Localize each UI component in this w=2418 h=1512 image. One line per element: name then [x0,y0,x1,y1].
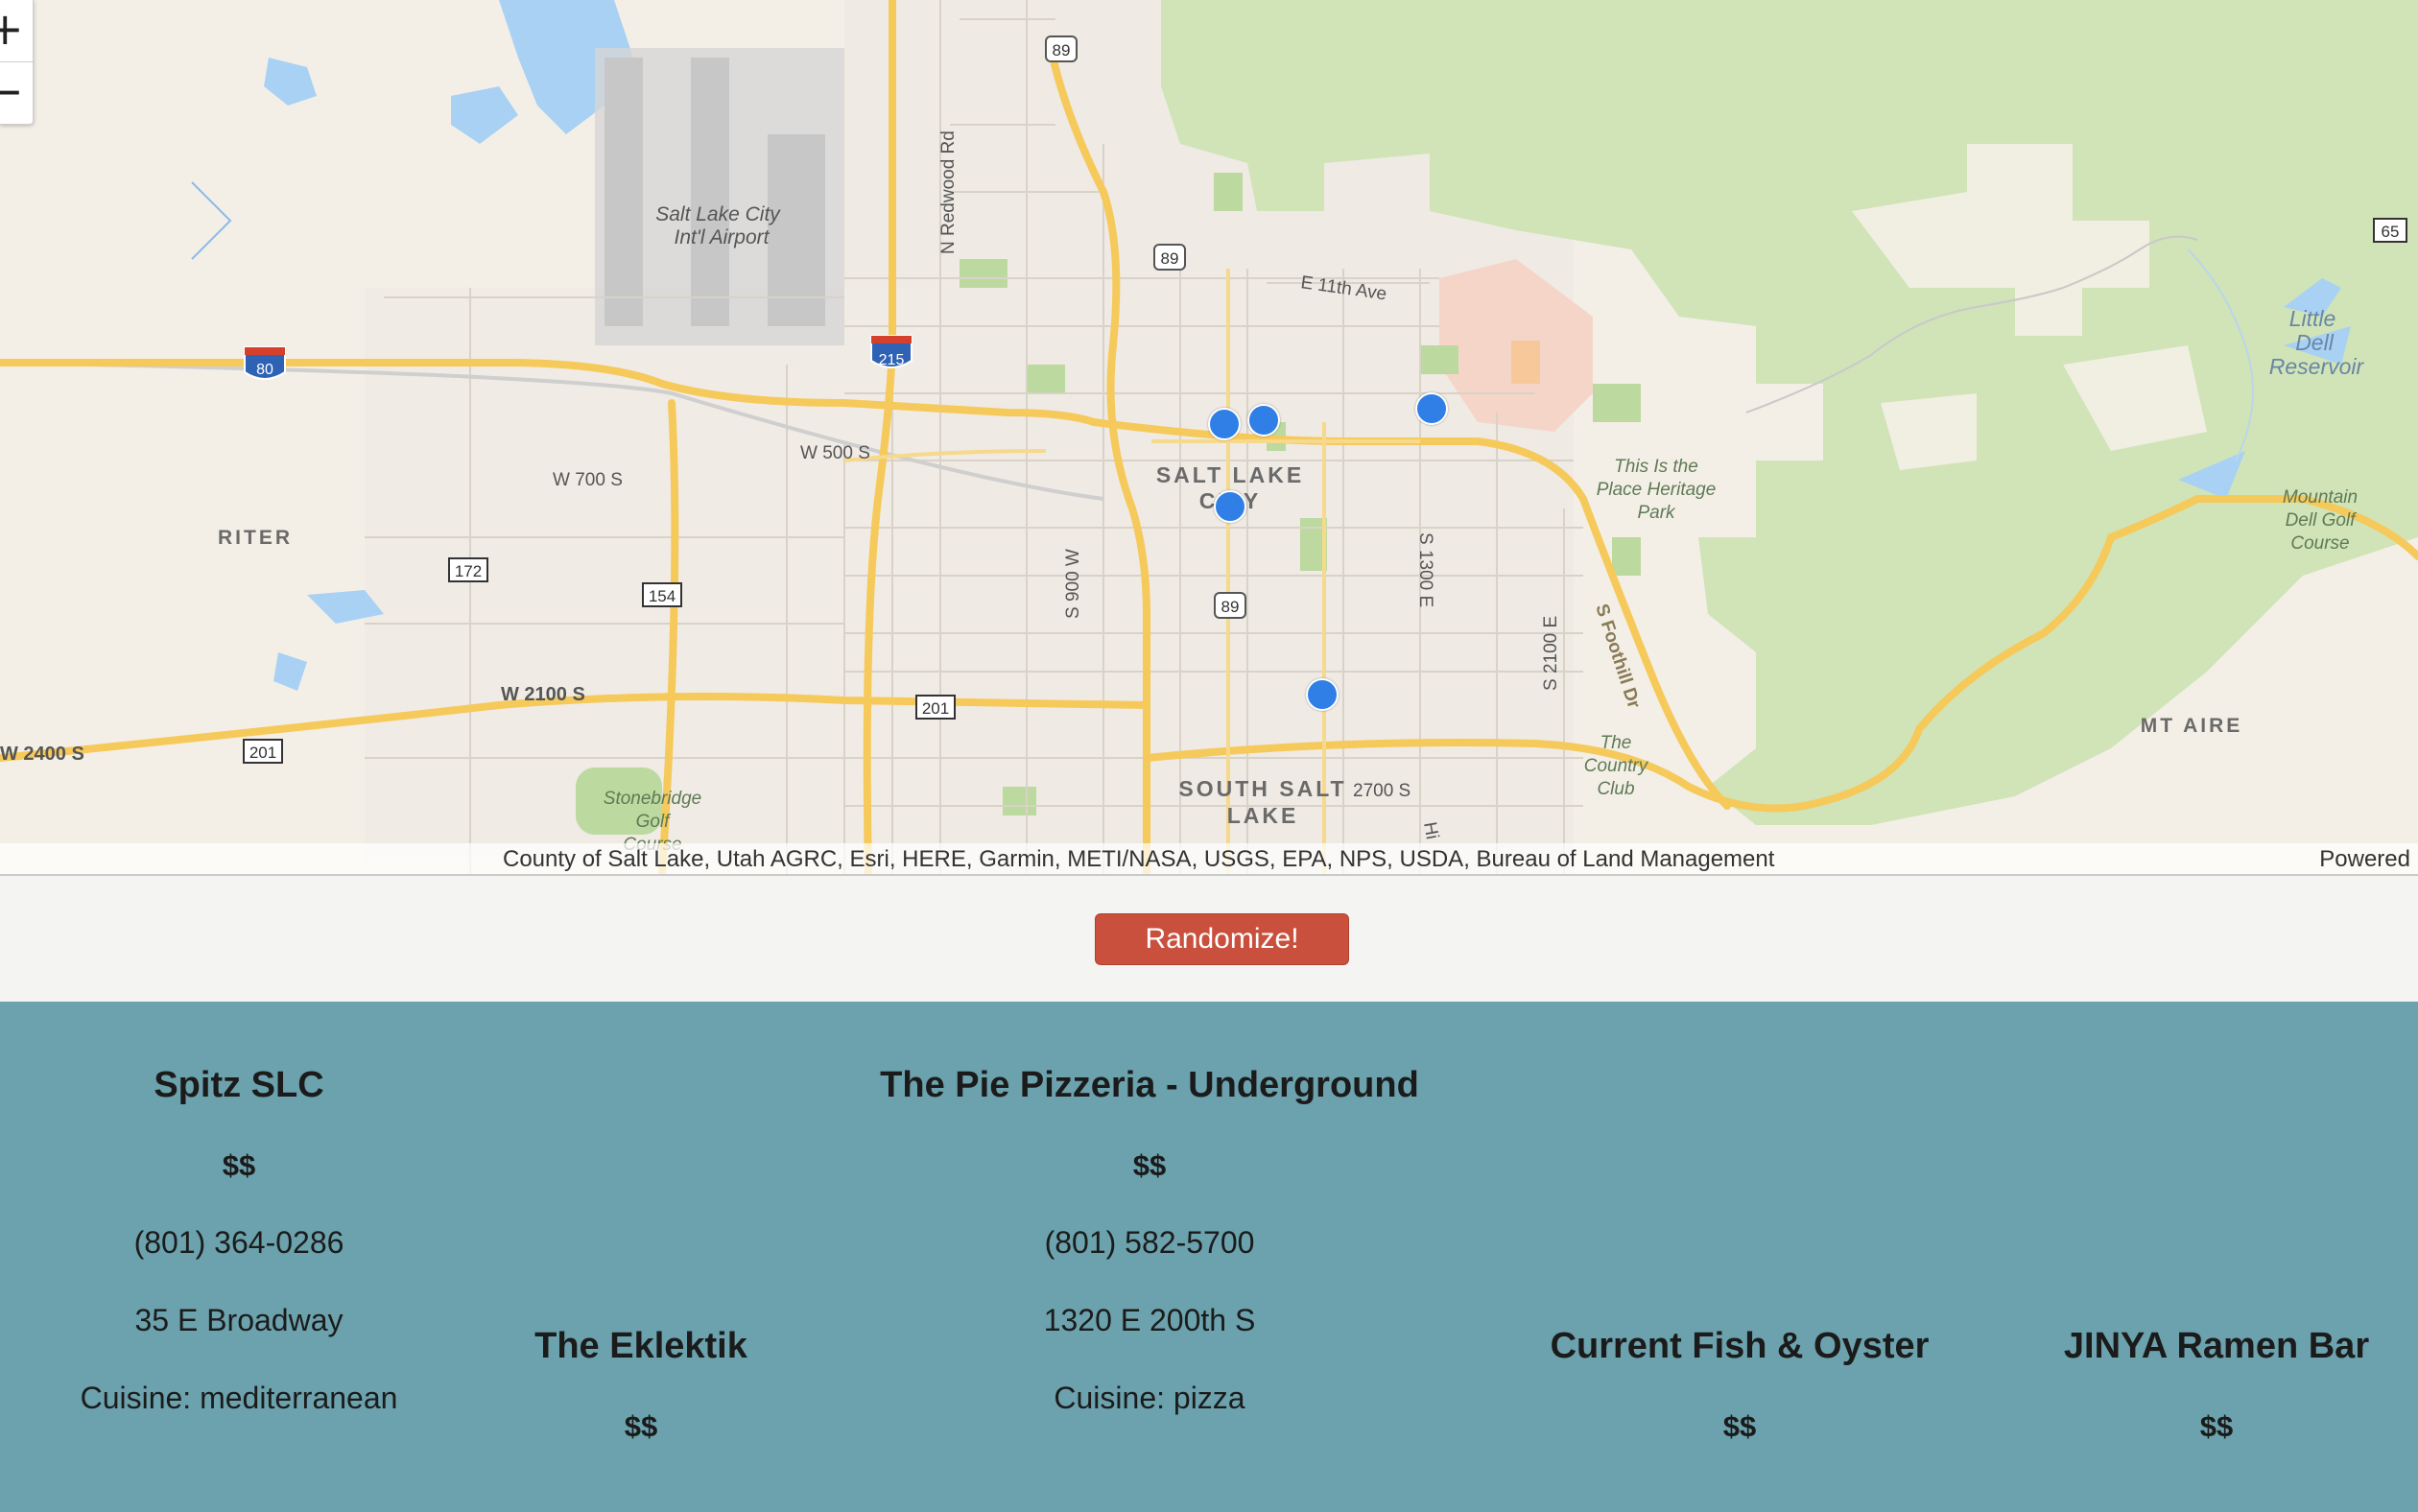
cuisine: Cuisine: pizza [1054,1381,1245,1415]
city-label: LAKE [1227,803,1299,828]
svg-text:89: 89 [1053,41,1071,59]
restaurant-name: JINYA Ramen Bar [2063,1326,2370,1366]
golf-label: Club [1597,779,1634,799]
park-label: This Is the [1614,457,1698,477]
neighborhood-label: MT AIRE [2141,715,2243,737]
street-label: W 2100 S [501,684,585,705]
street-label: Hi [1419,820,1442,840]
city-label: SOUTH SALT [1178,776,1346,801]
park-label: Park [1637,503,1676,523]
shield-201-icon: 201 [243,739,283,764]
golf-label: Dell Golf [2286,510,2358,531]
svg-text:80: 80 [256,362,273,378]
svg-text:201: 201 [922,699,949,718]
golf-label: Stonebridge [604,789,701,809]
restaurant-card: Current Fish & Oyster $$ [1524,1326,1956,1444]
zoom-control: + − [0,0,34,125]
attribution-text: County of Salt Lake, Utah AGRC, Esri, HE… [503,846,1775,872]
restaurant-card: The Pie Pizzeria - Underground $$ (801) … [862,1065,1437,1416]
shield-65-icon: 65 [2373,218,2407,243]
shield-201-icon: 201 [915,695,956,720]
shield-172-icon: 172 [448,557,488,582]
street-label: S 900 W [1063,549,1083,619]
price-level: $$ [1132,1148,1167,1182]
street-label: N Redwood Rd [938,130,959,254]
shield-89-icon: 89 [1214,592,1246,619]
restaurant-card: Spitz SLC $$ (801) 364-0286 35 E Broadwa… [42,1065,436,1416]
restaurant-name: Spitz SLC [154,1065,324,1105]
reservoir-label: Dell [2295,330,2335,355]
svg-text:154: 154 [649,587,676,605]
interstate-80-icon: 80 [244,346,286,380]
price-level: $$ [1722,1409,1757,1443]
svg-text:65: 65 [2382,223,2400,241]
airport-label: Salt Lake City [655,203,781,225]
svg-text:89: 89 [1161,249,1179,268]
map-attribution: County of Salt Lake, Utah AGRC, Esri, HE… [0,843,2418,874]
restaurant-results: Spitz SLC $$ (801) 364-0286 35 E Broadwa… [0,1002,2418,1512]
reservoir-label: Little [2289,306,2336,331]
map-marker[interactable] [1208,408,1241,440]
price-level: $$ [222,1148,256,1182]
address: 35 E Broadway [134,1303,344,1337]
map-marker[interactable] [1415,392,1448,425]
neighborhood-label: RITER [218,527,293,549]
street-label: W 700 S [553,470,623,490]
price-level: $$ [624,1409,658,1443]
price-level: $$ [2199,1409,2234,1443]
map[interactable]: 89 89 89 172 154 201 201 65 80 215 Salt … [0,0,2418,876]
shield-154-icon: 154 [642,582,682,607]
interstate-215-icon: 215 [870,335,913,368]
city-label: SALT LAKE [1156,462,1304,487]
airport-label: Int'l Airport [675,226,770,248]
phone-number: (801) 364-0286 [133,1225,344,1260]
zoom-in-button[interactable]: + [0,0,33,61]
street-label: S 1300 E [1415,532,1435,607]
svg-text:201: 201 [249,744,276,762]
street-label: W 500 S [800,443,870,463]
golf-label: Course [2290,533,2349,554]
phone-number: (801) 582-5700 [1044,1225,1255,1260]
powered-by-link[interactable]: Powered [2319,846,2410,873]
cuisine: Cuisine: mediterranean [80,1381,398,1415]
restaurant-name: The Pie Pizzeria - Underground [880,1065,1419,1105]
shield-89-icon: 89 [1045,35,1078,62]
map-marker[interactable] [1247,404,1280,437]
golf-label: Mountain [2283,487,2358,508]
restaurant-card: JINYA Ramen Bar $$ [2044,1326,2389,1444]
map-basemap: 89 89 89 172 154 201 201 65 80 215 Salt … [0,0,2418,874]
map-marker[interactable] [1306,678,1339,711]
svg-text:89: 89 [1221,598,1240,616]
address: 1320 E 200th S [1043,1303,1256,1337]
svg-text:172: 172 [455,562,482,580]
reservoir-label: Reservoir [2269,354,2365,379]
park-label: Place Heritage [1597,480,1717,500]
restaurant-name: Current Fish & Oyster [1550,1326,1930,1366]
svg-text:215: 215 [879,352,905,368]
street-label: 2700 S [1353,781,1410,801]
randomize-button[interactable]: Randomize! [1095,913,1349,965]
golf-label: The [1600,733,1632,753]
restaurant-card: The Eklektik $$ [497,1326,785,1444]
golf-label: Golf [636,812,672,832]
golf-label: Country [1584,756,1649,776]
restaurant-name: The Eklektik [534,1326,747,1366]
shield-89-icon: 89 [1153,244,1186,271]
street-label: W 2400 S [0,744,84,765]
zoom-out-button[interactable]: − [0,61,33,124]
street-label: S 2100 E [1541,616,1561,691]
map-marker[interactable] [1214,490,1246,523]
